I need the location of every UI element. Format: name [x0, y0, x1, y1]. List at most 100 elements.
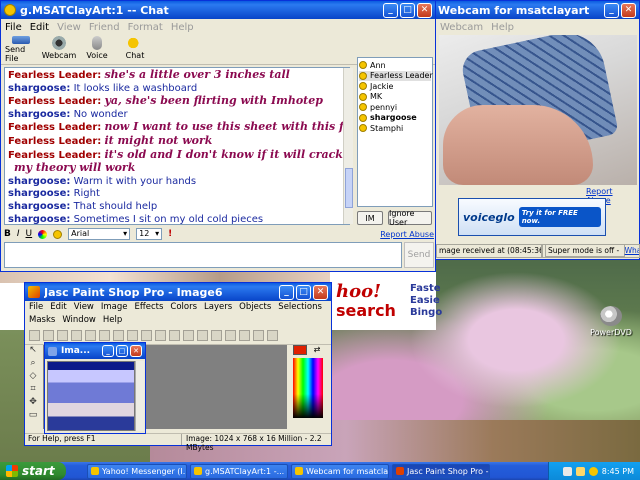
menu-format[interactable]: Format	[128, 22, 163, 33]
arrow-tool-icon[interactable]: ↖	[27, 345, 39, 356]
psp-titlebar[interactable]: Jasc Paint Shop Pro - Image6 _ □ ✕	[25, 283, 331, 301]
maximize-button[interactable]: □	[116, 345, 128, 357]
user-list-item[interactable]: shargoose	[359, 113, 431, 124]
taskbar-task-button[interactable]: Jasc Paint Shop Pro -...	[392, 463, 490, 479]
close-button[interactable]: ✕	[313, 284, 328, 300]
voiceglo-ad[interactable]: voiceglo Try it for FREE now.	[458, 198, 606, 236]
move-tool-icon[interactable]: ✥	[27, 397, 39, 408]
undo-icon[interactable]	[85, 330, 96, 341]
help-icon[interactable]	[267, 330, 278, 341]
minimize-button[interactable]: _	[383, 2, 398, 18]
psp-menu-masks[interactable]: Masks	[29, 315, 55, 327]
maximize-button[interactable]: □	[296, 284, 311, 300]
save-icon[interactable]	[57, 330, 68, 341]
start-button[interactable]: start	[0, 462, 66, 480]
psp-menu-help[interactable]: Help	[103, 315, 122, 327]
psp-menu-selections[interactable]: Selections	[278, 302, 322, 314]
swap-colors-icon[interactable]: ⇄	[311, 345, 323, 355]
overview-icon[interactable]	[239, 330, 250, 341]
minimize-button[interactable]: _	[279, 284, 294, 300]
menu-webcam[interactable]: Webcam	[440, 22, 483, 33]
menu-help[interactable]: Help	[491, 22, 514, 33]
deform-tool-icon[interactable]: ◇	[27, 371, 39, 382]
menu-help[interactable]: Help	[171, 22, 194, 33]
italic-button[interactable]: I	[17, 229, 20, 239]
smiley-icon[interactable]	[53, 229, 63, 239]
foreground-color-swatch[interactable]	[293, 345, 307, 355]
new-icon[interactable]	[29, 330, 40, 341]
webcam-button[interactable]: Webcam	[42, 36, 76, 63]
minimize-button[interactable]: _	[102, 345, 114, 357]
psp-menu-layers[interactable]: Layers	[204, 302, 232, 314]
screen-icon[interactable]	[169, 330, 180, 341]
report-abuse-link[interactable]: Report Abuse	[380, 230, 434, 239]
close-button[interactable]: ✕	[130, 345, 142, 357]
toggle-icon[interactable]	[197, 330, 208, 341]
layers-icon[interactable]	[211, 330, 222, 341]
menu-view[interactable]: View	[57, 22, 81, 33]
alert-icon[interactable]: !	[168, 229, 172, 239]
open-icon[interactable]	[43, 330, 54, 341]
full-screen-icon[interactable]	[183, 330, 194, 341]
tool-options-icon[interactable]	[253, 330, 264, 341]
psp-menu-image[interactable]: Image	[101, 302, 128, 314]
taskbar-task-button[interactable]: g.MSATClayArt:1 -...	[190, 463, 288, 479]
desktop-icon-powerdvd[interactable]: PowerDVD	[590, 306, 632, 337]
maximize-button[interactable]: □	[400, 2, 415, 18]
bold-button[interactable]: B	[4, 229, 11, 239]
user-list-item[interactable]: Stamphi	[359, 123, 431, 134]
tray-messenger-icon[interactable]	[588, 466, 598, 476]
user-list-item[interactable]: Jackie	[359, 81, 431, 92]
user-list-item[interactable]: Fearless Leader	[359, 70, 433, 81]
menu-file[interactable]: File	[5, 22, 22, 33]
psp-menu-edit[interactable]: Edit	[50, 302, 66, 314]
paste-icon[interactable]	[141, 330, 152, 341]
user-list-item[interactable]: pennyi	[359, 102, 431, 113]
voice-button[interactable]: Voice	[81, 36, 113, 63]
chat-scrollbar[interactable]	[343, 68, 353, 224]
font-select[interactable]: Arial ▾	[68, 228, 131, 240]
chat-titlebar[interactable]: g.MSATClayArt:1 -- Chat _ □ ✕	[1, 1, 435, 19]
psp-menu-colors[interactable]: Colors	[170, 302, 197, 314]
copy-icon[interactable]	[127, 330, 138, 341]
cut-icon[interactable]	[113, 330, 124, 341]
webcam-titlebar[interactable]: Webcam for msatclayart _ ✕	[436, 1, 639, 19]
size-select[interactable]: 12 ▾	[136, 228, 163, 240]
scroll-thumb[interactable]	[345, 168, 353, 208]
psp-menu-objects[interactable]: Objects	[239, 302, 271, 314]
ignore-user-button[interactable]: Ignore User	[388, 209, 432, 227]
menu-friend[interactable]: Friend	[89, 22, 120, 33]
print-icon[interactable]	[71, 330, 82, 341]
im-button[interactable]: IM	[357, 211, 383, 225]
selection-tool-icon[interactable]: ▭	[27, 410, 39, 421]
taskbar-task-button[interactable]: Webcam for msatclay...	[291, 463, 389, 479]
zoom-tool-icon[interactable]: ⌕	[27, 358, 39, 369]
image6-titlebar[interactable]: Ima... _ □ ✕	[45, 343, 145, 359]
redo-icon[interactable]	[99, 330, 110, 341]
image6-scrollbar[interactable]	[135, 361, 144, 431]
histogram-icon[interactable]	[225, 330, 236, 341]
close-button[interactable]: ✕	[621, 2, 636, 18]
whats-this-link[interactable]: What's this	[625, 246, 639, 255]
taskbar-task-button[interactable]: Yahoo! Messenger (I...	[87, 463, 187, 479]
user-list-item[interactable]: MK	[359, 92, 431, 103]
user-list-item[interactable]: Ann	[359, 60, 431, 71]
close-button[interactable]: ✕	[417, 2, 432, 18]
send-button[interactable]: Send	[404, 242, 434, 268]
send-file-button[interactable]: Send File	[5, 36, 37, 63]
tray-network-icon[interactable]	[562, 466, 572, 476]
menu-edit[interactable]: Edit	[30, 22, 49, 33]
color-icon[interactable]	[38, 229, 48, 239]
color-spectrum[interactable]	[293, 358, 323, 418]
crop-tool-icon[interactable]: ⌗	[27, 384, 39, 395]
chat-message-input[interactable]	[4, 242, 402, 268]
image6-canvas[interactable]	[47, 361, 135, 431]
psp-menu-file[interactable]: File	[29, 302, 43, 314]
browse-icon[interactable]	[155, 330, 166, 341]
minimize-button[interactable]: _	[604, 2, 619, 18]
chat-button[interactable]: Chat	[119, 36, 151, 63]
underline-button[interactable]: U	[26, 229, 33, 239]
psp-menu-view[interactable]: View	[74, 302, 94, 314]
psp-menu-window[interactable]: Window	[62, 315, 96, 327]
tray-volume-icon[interactable]	[575, 466, 585, 476]
